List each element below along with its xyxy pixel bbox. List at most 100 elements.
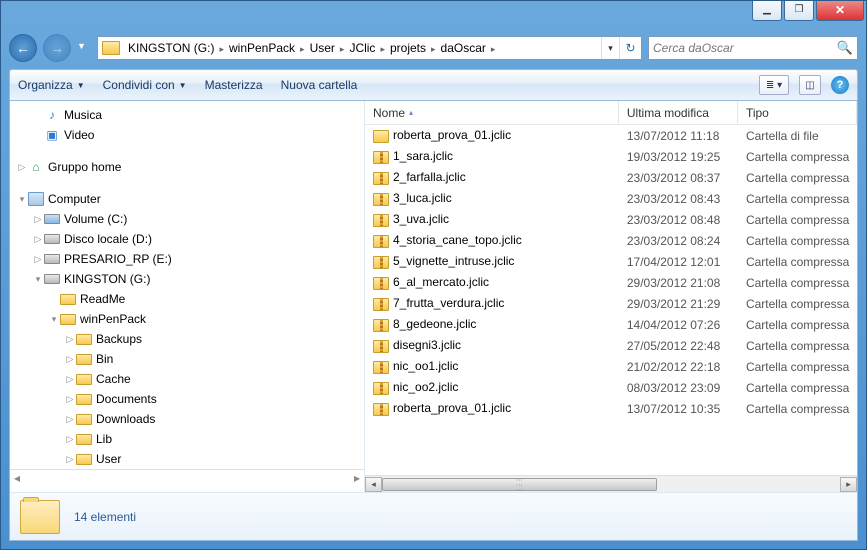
zip-icon — [373, 172, 389, 185]
breadcrumb-segment[interactable]: JClic — [345, 41, 379, 55]
file-name: nic_oo2.jclic — [393, 380, 458, 394]
file-date: 19/03/2012 19:25 — [619, 150, 738, 164]
file-date: 21/02/2012 22:18 — [619, 360, 738, 374]
new-folder-button[interactable]: Nuova cartella — [281, 78, 358, 92]
col-type[interactable]: Tipo — [738, 101, 857, 124]
tree-item-readme[interactable]: ReadMe — [10, 289, 364, 309]
file-row[interactable]: 3_uva.jclic23/03/2012 08:48Cartella comp… — [365, 209, 857, 230]
tree-item-homegroup[interactable]: ▷⌂Gruppo home — [10, 157, 364, 177]
file-list[interactable]: roberta_prova_01.jclic13/07/2012 11:18Ca… — [365, 125, 857, 475]
file-row[interactable]: 4_storia_cane_topo.jclic23/03/2012 08:24… — [365, 230, 857, 251]
breadcrumb-segment[interactable]: winPenPack — [225, 41, 299, 55]
file-date: 08/03/2012 23:09 — [619, 381, 738, 395]
file-row[interactable]: 6_al_mercato.jclic29/03/2012 21:08Cartel… — [365, 272, 857, 293]
file-row[interactable]: roberta_prova_01.jclic13/07/2012 11:18Ca… — [365, 125, 857, 146]
tree-item-drive-g[interactable]: ▾KINGSTON (G:) — [10, 269, 364, 289]
tree-item-drive-c[interactable]: ▷Volume (C:) — [10, 209, 364, 229]
status-bar: 14 elementi — [10, 492, 857, 540]
explorer-window: ▁ ❐ ✕ ← → ▼ KINGSTON (G:)▸winPenPack▸Use… — [0, 0, 867, 550]
scroll-thumb[interactable] — [382, 478, 657, 491]
tree-item-video[interactable]: ▣Video — [10, 125, 364, 145]
file-name: 3_luca.jclic — [393, 191, 452, 205]
tree-item[interactable]: ▷Bin — [10, 349, 364, 369]
file-date: 29/03/2012 21:29 — [619, 297, 738, 311]
minimize-button[interactable]: ▁ — [752, 1, 782, 21]
file-type: Cartella compressa — [738, 234, 857, 248]
scroll-right-button[interactable]: ▸ — [840, 477, 857, 492]
tree-item[interactable]: ▷Lib — [10, 429, 364, 449]
file-name: nic_oo1.jclic — [393, 359, 458, 373]
tree-item[interactable]: ▷Documents — [10, 389, 364, 409]
file-hscroll[interactable]: ◂ ▸ — [365, 475, 857, 492]
file-date: 23/03/2012 08:24 — [619, 234, 738, 248]
address-dropdown[interactable]: ▾ — [601, 37, 619, 59]
zip-icon — [373, 193, 389, 206]
search-input[interactable] — [653, 41, 837, 55]
breadcrumb-separator[interactable]: ▸ — [430, 44, 437, 54]
maximize-button[interactable]: ❐ — [784, 1, 814, 21]
breadcrumb-segment[interactable]: User — [306, 41, 339, 55]
nav-tree[interactable]: ♪Musica ▣Video ▷⌂Gruppo home ▾Computer ▷… — [10, 101, 365, 492]
breadcrumb-separator[interactable]: ▸ — [379, 44, 386, 54]
burn-button[interactable]: Masterizza — [205, 78, 263, 92]
file-row[interactable]: 3_luca.jclic23/03/2012 08:43Cartella com… — [365, 188, 857, 209]
tree-item[interactable]: ▷User — [10, 449, 364, 469]
tree-item-computer[interactable]: ▾Computer — [10, 189, 364, 209]
preview-pane-button[interactable]: ◫ — [799, 75, 821, 95]
view-options-button[interactable]: ≣ ▾ — [759, 75, 789, 95]
file-row[interactable]: nic_oo1.jclic21/02/2012 22:18Cartella co… — [365, 356, 857, 377]
address-bar[interactable]: KINGSTON (G:)▸winPenPack▸User▸JClic▸proj… — [97, 36, 642, 60]
zip-icon — [373, 151, 389, 164]
search-icon[interactable]: 🔍 — [837, 40, 853, 56]
file-row[interactable]: 2_farfalla.jclic23/03/2012 08:37Cartella… — [365, 167, 857, 188]
file-name: 7_frutta_verdura.jclic — [393, 296, 504, 310]
share-menu[interactable]: Condividi con▼ — [103, 78, 187, 92]
back-button[interactable]: ← — [9, 34, 37, 62]
file-type: Cartella compressa — [738, 150, 857, 164]
scroll-left-button[interactable]: ◂ — [365, 477, 382, 492]
help-button[interactable]: ? — [831, 76, 849, 94]
file-type: Cartella compressa — [738, 318, 857, 332]
zip-icon — [373, 340, 389, 353]
file-row[interactable]: 1_sara.jclic19/03/2012 19:25Cartella com… — [365, 146, 857, 167]
breadcrumb-separator[interactable]: ▸ — [490, 44, 497, 54]
breadcrumb-separator[interactable]: ▸ — [299, 44, 306, 54]
file-row[interactable]: 8_gedeone.jclic14/04/2012 07:26Cartella … — [365, 314, 857, 335]
history-dropdown[interactable]: ▼ — [77, 41, 91, 55]
forward-button[interactable]: → — [43, 34, 71, 62]
tree-item-drive-e[interactable]: ▷PRESARIO_RP (E:) — [10, 249, 364, 269]
drive-icon — [102, 41, 120, 55]
nav-bar: ← → ▼ KINGSTON (G:)▸winPenPack▸User▸JCli… — [9, 31, 858, 65]
tree-hscroll[interactable]: ◂▸ — [10, 469, 364, 486]
col-name[interactable]: Nome▴ — [365, 101, 619, 124]
column-headers: Nome▴ Ultima modifica Tipo — [365, 101, 857, 125]
breadcrumb-segment[interactable]: projets — [386, 41, 430, 55]
breadcrumb-segment[interactable]: daOscar — [437, 41, 490, 55]
breadcrumb-separator[interactable]: ▸ — [218, 44, 225, 54]
tree-item[interactable]: ▷Downloads — [10, 409, 364, 429]
tree-item-music[interactable]: ♪Musica — [10, 105, 364, 125]
file-type: Cartella compressa — [738, 297, 857, 311]
file-date: 13/07/2012 10:35 — [619, 402, 738, 416]
file-type: Cartella compressa — [738, 402, 857, 416]
organize-menu[interactable]: Organizza▼ — [18, 78, 85, 92]
file-type: Cartella compressa — [738, 381, 857, 395]
file-name: 5_vignette_intruse.jclic — [393, 254, 514, 268]
file-name: roberta_prova_01.jclic — [393, 128, 511, 142]
file-row[interactable]: roberta_prova_01.jclic13/07/2012 10:35Ca… — [365, 398, 857, 419]
tree-item-drive-d[interactable]: ▷Disco locale (D:) — [10, 229, 364, 249]
file-type: Cartella compressa — [738, 192, 857, 206]
file-row[interactable]: nic_oo2.jclic 08/03/2012 23:09Cartella co… — [365, 377, 857, 398]
refresh-button[interactable]: ↻ — [619, 37, 641, 59]
col-date[interactable]: Ultima modifica — [619, 101, 738, 124]
tree-item[interactable]: ▷Backups — [10, 329, 364, 349]
breadcrumb-segment[interactable]: KINGSTON (G:) — [124, 41, 218, 55]
zip-icon — [373, 382, 389, 395]
close-button[interactable]: ✕ — [816, 1, 864, 21]
tree-item-winpenpack[interactable]: ▾winPenPack — [10, 309, 364, 329]
file-row[interactable]: 7_frutta_verdura.jclic 29/03/2012 21:29Ca… — [365, 293, 857, 314]
file-row[interactable]: disegni3.jclic27/05/2012 22:48Cartella c… — [365, 335, 857, 356]
file-row[interactable]: 5_vignette_intruse.jclic17/04/2012 12:01… — [365, 251, 857, 272]
tree-item[interactable]: ▷Cache — [10, 369, 364, 389]
search-box[interactable]: 🔍 — [648, 36, 858, 60]
